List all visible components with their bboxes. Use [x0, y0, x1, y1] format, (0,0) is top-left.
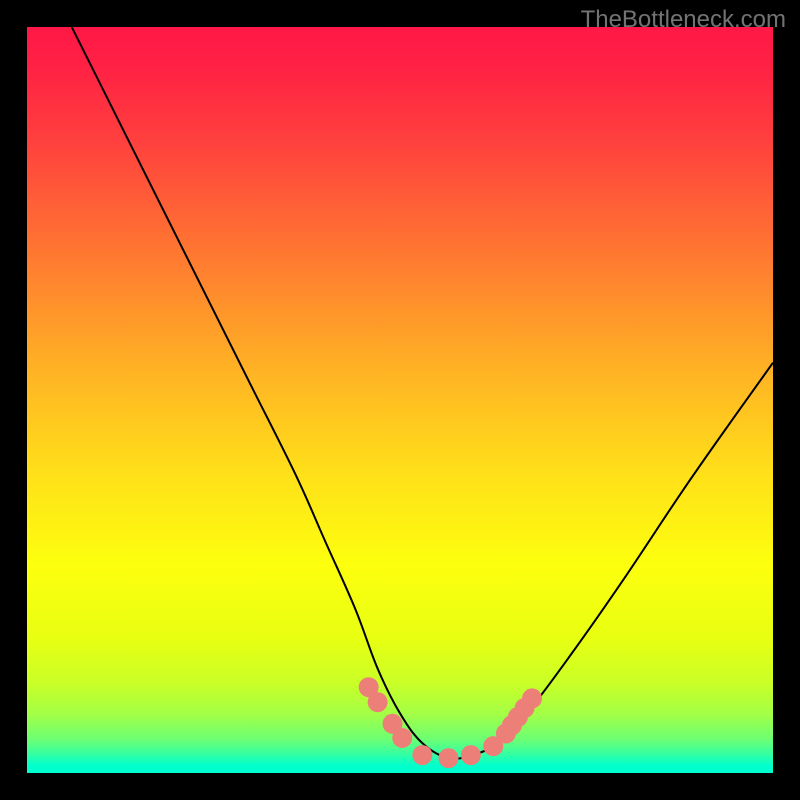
plot-area	[27, 27, 773, 773]
marker-left-cluster-2	[368, 692, 388, 712]
marker-bottom-cap-right	[461, 745, 481, 765]
attribution-label: TheBottleneck.com	[581, 6, 786, 34]
marker-bottom-cap-left	[412, 745, 432, 765]
gradient-background	[27, 27, 773, 773]
chart-frame: TheBottleneck.com	[0, 0, 800, 800]
marker-right-cluster-5	[522, 688, 542, 708]
chart-svg	[27, 27, 773, 773]
marker-bottom-cap-mid	[438, 748, 458, 768]
marker-left-cluster-4	[392, 728, 412, 748]
